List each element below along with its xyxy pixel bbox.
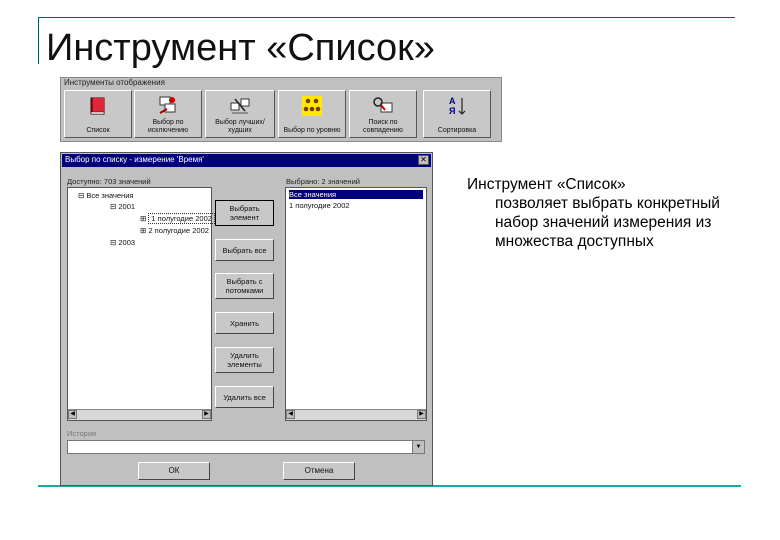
list-button[interactable]: Список [64, 90, 132, 138]
description-body: позволяет выбрать конкретный набор значе… [495, 195, 720, 250]
sort-button[interactable]: A Я Сортировка [423, 90, 491, 138]
tree-item-label: Все значения [86, 191, 134, 200]
slide-description: Инструмент «Список» позволяет выбрать ко… [467, 175, 752, 251]
exclude-select-icon [159, 96, 176, 114]
best-worst-label: Выбор лучших/худших [215, 119, 265, 134]
slide-title: Инструмент «Список» [46, 27, 435, 69]
scroll-left-icon[interactable]: ◀ [68, 410, 77, 419]
history-label: История [67, 429, 97, 438]
available-tree[interactable]: ⊟ Все значения ⊟ 2001 ⊞ 1 полугодие 2002… [67, 187, 215, 421]
save-button[interactable]: Хранить [215, 312, 274, 334]
toolbar-title: Инструменты отображения [64, 78, 165, 87]
exclude-select-label: Выбор по исключению [147, 119, 189, 134]
level-select-button[interactable]: Выбор по уровню [278, 90, 346, 138]
sort-label: Сортировка [437, 127, 477, 134]
chevron-down-icon[interactable]: ▼ [412, 441, 424, 453]
tree-item-2001[interactable]: ⊟ 2001 [110, 202, 135, 211]
selected-hscroll[interactable]: ◀ ▶ [286, 409, 426, 420]
scroll-right-icon[interactable]: ▶ [417, 410, 426, 419]
left-rule [38, 17, 39, 64]
scroll-right-icon[interactable]: ▶ [202, 410, 211, 419]
tree-item-label: 2003 [118, 238, 136, 247]
description-lead: Инструмент «Список» [467, 176, 626, 193]
list-button-label: Список [86, 127, 110, 134]
top-rule [38, 17, 735, 18]
history-select[interactable]: ▼ [67, 440, 425, 454]
tree-item-h2-2002[interactable]: ⊞ 2 полугодие 2002 [140, 226, 209, 235]
tree-item-label: 2001 [118, 202, 136, 211]
list-select-dialog: Выбор по списку - измерение 'Время' ✕ До… [60, 152, 433, 486]
best-worst-button[interactable]: Выбор лучших/худших [205, 90, 275, 138]
dialog-title: Выбор по списку - измерение 'Время' [65, 155, 204, 164]
remove-all-button[interactable]: Удалить все [215, 386, 274, 408]
add-with-children-button[interactable]: Выбрать с потомками [215, 273, 274, 299]
best-worst-icon [230, 98, 250, 114]
selected-caption: Выбрано: 2 значений [286, 177, 360, 186]
available-hscroll[interactable]: ◀ ▶ [68, 409, 211, 420]
remove-elements-button[interactable]: Удалить элементы [215, 347, 274, 373]
tree-item-2003[interactable]: ⊟ 2003 [110, 238, 135, 247]
match-search-label: Поиск по совпадению [363, 119, 403, 134]
level-select-icon [302, 96, 322, 116]
selected-list[interactable]: Все значения 1 полугодие 2002 ◀ ▶ [285, 187, 427, 421]
dialog-titlebar: Выбор по списку - измерение 'Время' ✕ [62, 154, 431, 167]
tree-item-all[interactable]: ⊟ Все значения [78, 191, 133, 200]
exclude-select-button[interactable]: Выбор по исключению [134, 90, 202, 138]
tree-item-label: 2 полугодие 2002 [148, 226, 209, 235]
match-search-icon [373, 97, 393, 113]
available-caption: Доступно: 703 значений [67, 177, 151, 186]
add-element-button[interactable]: Выбрать элемент [215, 200, 274, 226]
sort-az-icon: A Я [449, 96, 466, 116]
match-search-button[interactable]: Поиск по совпадению [349, 90, 417, 138]
tree-item-h1-2002[interactable]: ⊞ 1 полугодие 2002 [140, 213, 215, 224]
selected-item[interactable]: Все значения [289, 190, 423, 199]
selected-item[interactable]: 1 полугодие 2002 [289, 201, 350, 210]
close-icon[interactable]: ✕ [418, 155, 429, 165]
cancel-button[interactable]: Отмена [283, 462, 355, 480]
scroll-left-icon[interactable]: ◀ [286, 410, 295, 419]
svg-text:Я: Я [449, 106, 455, 116]
list-book-icon [90, 97, 105, 115]
add-all-button[interactable]: Выбрать все [215, 239, 274, 261]
svg-text:A: A [449, 96, 456, 106]
toolbar-panel: Инструменты отображения Список Выбор по … [60, 77, 502, 142]
ok-button[interactable]: ОК [138, 462, 210, 480]
tree-item-label: 1 полугодие 2002 [148, 213, 215, 224]
level-select-label: Выбор по уровню [283, 127, 341, 134]
